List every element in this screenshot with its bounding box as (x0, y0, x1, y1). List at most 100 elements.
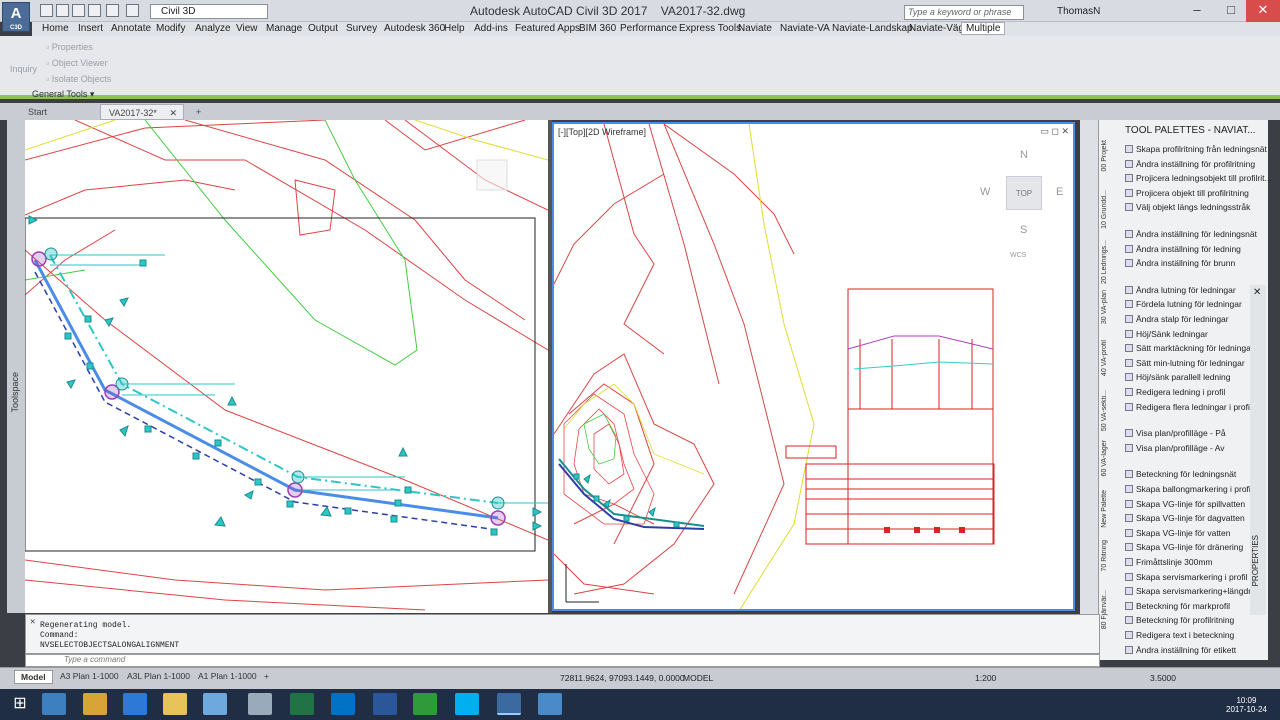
palette-item[interactable]: Redigera flera ledningar i profil (1125, 402, 1252, 412)
tab-output[interactable]: Output (308, 23, 338, 34)
app-icon[interactable] (203, 693, 227, 715)
properties-strip[interactable]: ✕ PROPERTIES (1250, 285, 1266, 615)
tab-view[interactable]: View (236, 23, 258, 34)
tab-annotate[interactable]: Annotate (111, 23, 151, 34)
palette-tab[interactable]: 50 VA-sekti... (1101, 390, 1108, 431)
palette-item[interactable]: Skapa VG-linje för dränering (1125, 542, 1243, 552)
browser-icon[interactable] (42, 693, 66, 715)
file-explorer-icon[interactable] (163, 693, 187, 715)
profile-view[interactable] (785, 288, 995, 545)
palette-item[interactable]: Sätt marktäckning för ledningar (1125, 343, 1254, 353)
palette-icon-strip[interactable] (1080, 120, 1098, 660)
right-drawing[interactable] (554, 124, 1075, 611)
left-drawing[interactable] (25, 120, 548, 613)
left-viewcube[interactable] (476, 159, 508, 191)
palette-tab[interactable]: 00 Projekt (1101, 140, 1108, 172)
object-viewer-button[interactable]: ▫ Object Viewer (46, 58, 108, 68)
palette-item[interactable]: Höj/sänk parallell ledning (1125, 372, 1231, 382)
palette-item[interactable]: Skapa ballongmarkering i profil (1125, 484, 1253, 494)
new-icon[interactable] (40, 4, 53, 17)
palette-item[interactable]: Skapa profilritning från ledningsnät (1125, 144, 1267, 154)
tab-layout-a1[interactable]: A1 Plan 1-1000 (192, 670, 263, 682)
left-viewport[interactable] (25, 120, 548, 613)
palette-item[interactable]: Skapa servismarkering+längdmått (1125, 586, 1265, 596)
palette-item[interactable]: Beteckning för markprofil (1125, 601, 1230, 611)
palette-item[interactable]: Skapa VG-linje för dagvatten (1125, 513, 1245, 523)
redo-icon[interactable] (126, 4, 139, 17)
autocad-icon[interactable] (497, 693, 521, 715)
palette-item[interactable]: Skapa VG-linje för spillvatten (1125, 499, 1245, 509)
new-tab-button[interactable]: + (188, 104, 209, 120)
palette-tab[interactable]: 40 VA-profil (1101, 340, 1108, 376)
annotation-scale[interactable]: 1:200 (975, 673, 996, 683)
palette-item[interactable]: Ändra inställning för etikett (1125, 645, 1236, 655)
tab-modify[interactable]: Modify (156, 23, 185, 34)
palette-item[interactable]: Välj objekt längs ledningsstråk (1125, 202, 1250, 212)
workspace-select[interactable]: Civil 3D (150, 4, 268, 19)
wcs-menu[interactable]: WCS (1010, 252, 1026, 259)
start-icon[interactable]: ⊞ (8, 693, 32, 715)
tab-performance[interactable]: Performance (620, 23, 677, 34)
palette-item[interactable]: Fördela lutning för ledningar (1125, 299, 1242, 309)
palette-item[interactable]: Ändra stalp för ledningar (1125, 314, 1229, 324)
user-name[interactable]: ThomasN (1057, 6, 1100, 17)
outlook-icon[interactable] (331, 693, 355, 715)
palette-tab[interactable]: 80 Fjärrvär... (1101, 590, 1108, 629)
tab-autodesk360[interactable]: Autodesk 360 (384, 23, 445, 34)
viewcube-top[interactable]: TOP (1006, 176, 1042, 210)
application-menu-button[interactable]: A C3D (2, 2, 30, 32)
inquiry-button[interactable]: Inquiry (10, 64, 37, 74)
viewcube-south[interactable]: S (1020, 224, 1027, 236)
tab-express-tools[interactable]: Express Tools (679, 23, 741, 34)
tab-bim360[interactable]: BIM 360 (579, 23, 616, 34)
edge-icon[interactable] (123, 693, 147, 715)
isolate-objects-button[interactable]: ▫ Isolate Objects (46, 74, 111, 84)
palette-item[interactable]: Projicera ledningsobjekt till profilrit.… (1125, 173, 1272, 183)
tab-naviate-va[interactable]: Naviate-VA (780, 23, 830, 34)
minimize-button[interactable]: – (1180, 0, 1214, 22)
tab-help[interactable]: Help (444, 23, 465, 34)
palette-item[interactable]: Visa plan/profilläge - Av (1125, 443, 1225, 453)
viewcube-west[interactable]: W (980, 186, 990, 198)
palette-tab[interactable]: 60 VA-lager (1101, 440, 1108, 476)
tab-layout-a3[interactable]: A3 Plan 1-1000 (54, 670, 125, 682)
toolspace-strip[interactable] (7, 120, 25, 613)
palette-tab[interactable]: 30 VA-plan (1101, 290, 1108, 324)
model-space-toggle[interactable]: MODEL (683, 673, 713, 683)
save-icon[interactable] (72, 4, 85, 17)
tab-naviate-landskap[interactable]: Naviate-Landskap (832, 23, 913, 34)
general-tools-panel[interactable]: General Tools ▾ (32, 89, 94, 100)
right-viewport[interactable]: [-][Top][2D Wireframe] ▭ ◻ ✕ TOP N S E W… (552, 122, 1075, 611)
palette-item[interactable]: Ändra inställning för brunn (1125, 258, 1235, 268)
palette-tab[interactable]: New Palette (1101, 490, 1108, 528)
palette-item[interactable]: Skapa VG-linje för vatten (1125, 528, 1231, 538)
palette-item[interactable]: Ändra inställning för ledning (1125, 244, 1241, 254)
palette-tab[interactable]: 70 Ritning (1101, 540, 1108, 572)
tab-start[interactable]: Start (20, 104, 55, 120)
palette-item[interactable]: Visa plan/profilläge - På (1125, 428, 1226, 438)
tab-analyze[interactable]: Analyze (195, 23, 231, 34)
clock[interactable]: 10:09 2017-10-24 (1226, 696, 1267, 714)
viewport-controls[interactable]: [-][Top][2D Wireframe] (558, 127, 646, 137)
palette-tab[interactable]: 10 Grundd... (1101, 190, 1108, 229)
palette-tab[interactable]: 20 Lednings... (1101, 240, 1108, 284)
palette-item[interactable]: Skapa servismarkering i profil (1125, 572, 1247, 582)
tab-model[interactable]: Model (14, 670, 53, 684)
viewcube-north[interactable]: N (1020, 149, 1028, 161)
properties-button[interactable]: ▫ Properties (46, 42, 93, 52)
viewcube-east[interactable]: E (1056, 186, 1063, 198)
add-layout-button[interactable]: + (258, 670, 275, 682)
tab-home[interactable]: Home (42, 23, 69, 34)
search-input[interactable]: Type a keyword or phrase (904, 5, 1024, 20)
tab-manage[interactable]: Manage (266, 23, 302, 34)
tab-multiple[interactable]: Multiple (961, 22, 1006, 35)
print-icon[interactable] (88, 4, 101, 17)
skype-icon[interactable] (455, 693, 479, 715)
app-icon[interactable] (83, 693, 107, 715)
excel-icon[interactable] (290, 693, 314, 715)
palette-item[interactable]: Redigera text i beteckning (1125, 630, 1234, 640)
maximize-button[interactable]: □ (1214, 0, 1248, 22)
palette-item[interactable]: Sätt min-lutning för ledningar (1125, 358, 1245, 368)
app-icon[interactable] (413, 693, 437, 715)
palette-item[interactable]: Redigera ledning i profil (1125, 387, 1225, 397)
